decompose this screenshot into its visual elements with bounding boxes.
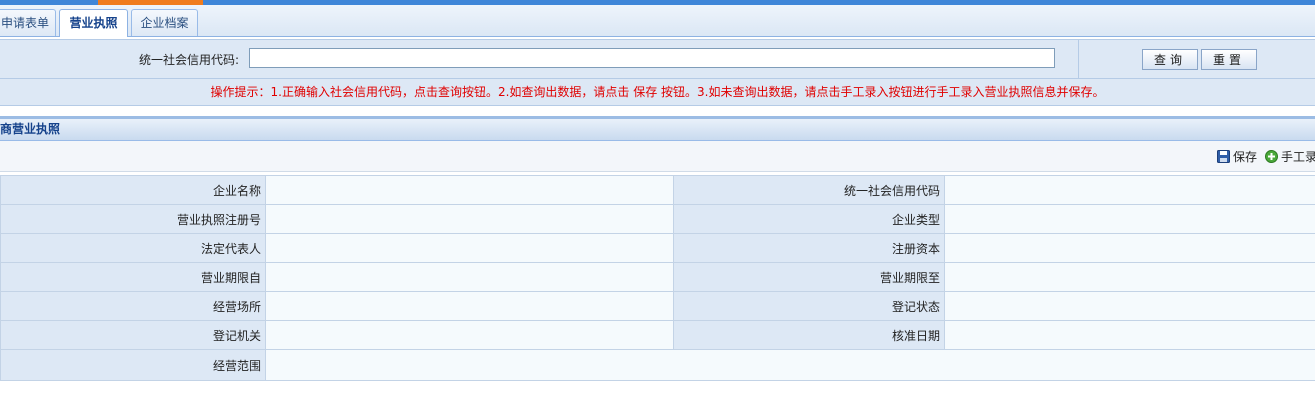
registration-authority-value xyxy=(265,320,674,350)
tab-bar: 申请表单 营业执照 企业档案 xyxy=(0,5,1315,37)
tab-application-form[interactable]: 申请表单 xyxy=(0,9,56,36)
manual-entry-label: 手工录 xyxy=(1281,150,1315,164)
business-scope-label: 经营范围 xyxy=(0,349,266,381)
manual-entry-button[interactable]: 手工录 xyxy=(1265,148,1315,165)
tab-business-license[interactable]: 营业执照 xyxy=(59,9,128,37)
license-form: 企业名称 统一社会信用代码 营业执照注册号 企业类型 法定代表人 注册资本 营业… xyxy=(0,175,1315,381)
credit-code-field-label: 统一社会信用代码 xyxy=(673,175,945,205)
term-start-label: 营业期限自 xyxy=(0,262,266,292)
form-row: 企业名称 统一社会信用代码 xyxy=(0,175,1315,205)
company-type-value xyxy=(944,204,1315,234)
business-address-label: 经营场所 xyxy=(0,291,266,321)
operation-tip: 操作提示：1.正确输入社会信用代码，点击查询按钮。2.如查询出数据，请点击 保存… xyxy=(0,79,1315,106)
save-icon xyxy=(1217,150,1230,163)
credit-code-label: 统一社会信用代码: xyxy=(138,53,239,67)
legal-representative-value xyxy=(265,233,674,263)
registration-authority-label: 登记机关 xyxy=(0,320,266,350)
credit-code-input[interactable] xyxy=(249,48,1055,68)
registration-number-label: 营业执照注册号 xyxy=(0,204,266,234)
company-name-label: 企业名称 xyxy=(0,175,266,205)
form-row: 经营场所 登记状态 xyxy=(0,291,1315,321)
tab-label: 营业执照 xyxy=(69,16,118,30)
save-button[interactable]: 保存 xyxy=(1217,148,1257,165)
reset-button[interactable]: 重置 xyxy=(1201,49,1257,70)
query-button[interactable]: 查询 xyxy=(1142,49,1198,70)
tab-label: 申请表单 xyxy=(0,16,49,30)
section-title: 工商营业执照 xyxy=(0,122,61,136)
company-type-label: 企业类型 xyxy=(673,204,945,234)
form-row: 营业执照注册号 企业类型 xyxy=(0,204,1315,234)
registered-capital-label: 注册资本 xyxy=(673,233,945,263)
business-scope-value xyxy=(265,349,1315,381)
form-row: 法定代表人 注册资本 xyxy=(0,233,1315,263)
form-toolbar: 保存 手工录 xyxy=(0,141,1315,172)
query-bar: 统一社会信用代码: 查询 重置 xyxy=(0,39,1315,79)
form-row: 登记机关 核准日期 xyxy=(0,320,1315,350)
credit-code-value xyxy=(944,175,1315,205)
form-row: 营业期限自 营业期限至 xyxy=(0,262,1315,292)
registration-status-label: 登记状态 xyxy=(673,291,945,321)
registered-capital-value xyxy=(944,233,1315,263)
tab-label: 企业档案 xyxy=(140,16,189,30)
legal-representative-label: 法定代表人 xyxy=(0,233,266,263)
business-address-value xyxy=(265,291,674,321)
term-start-value xyxy=(265,262,674,292)
form-row: 经营范围 xyxy=(0,349,1315,381)
term-end-label: 营业期限至 xyxy=(673,262,945,292)
query-divider xyxy=(1078,40,1079,78)
registration-status-value xyxy=(944,291,1315,321)
registration-number-value xyxy=(265,204,674,234)
approval-date-label: 核准日期 xyxy=(673,320,945,350)
term-end-value xyxy=(944,262,1315,292)
plus-circle-icon xyxy=(1265,150,1278,163)
approval-date-value xyxy=(944,320,1315,350)
save-label: 保存 xyxy=(1233,150,1258,164)
tab-enterprise-archive[interactable]: 企业档案 xyxy=(131,9,198,36)
company-name-value xyxy=(265,175,674,205)
section-header: 工商营业执照 xyxy=(0,116,1315,141)
